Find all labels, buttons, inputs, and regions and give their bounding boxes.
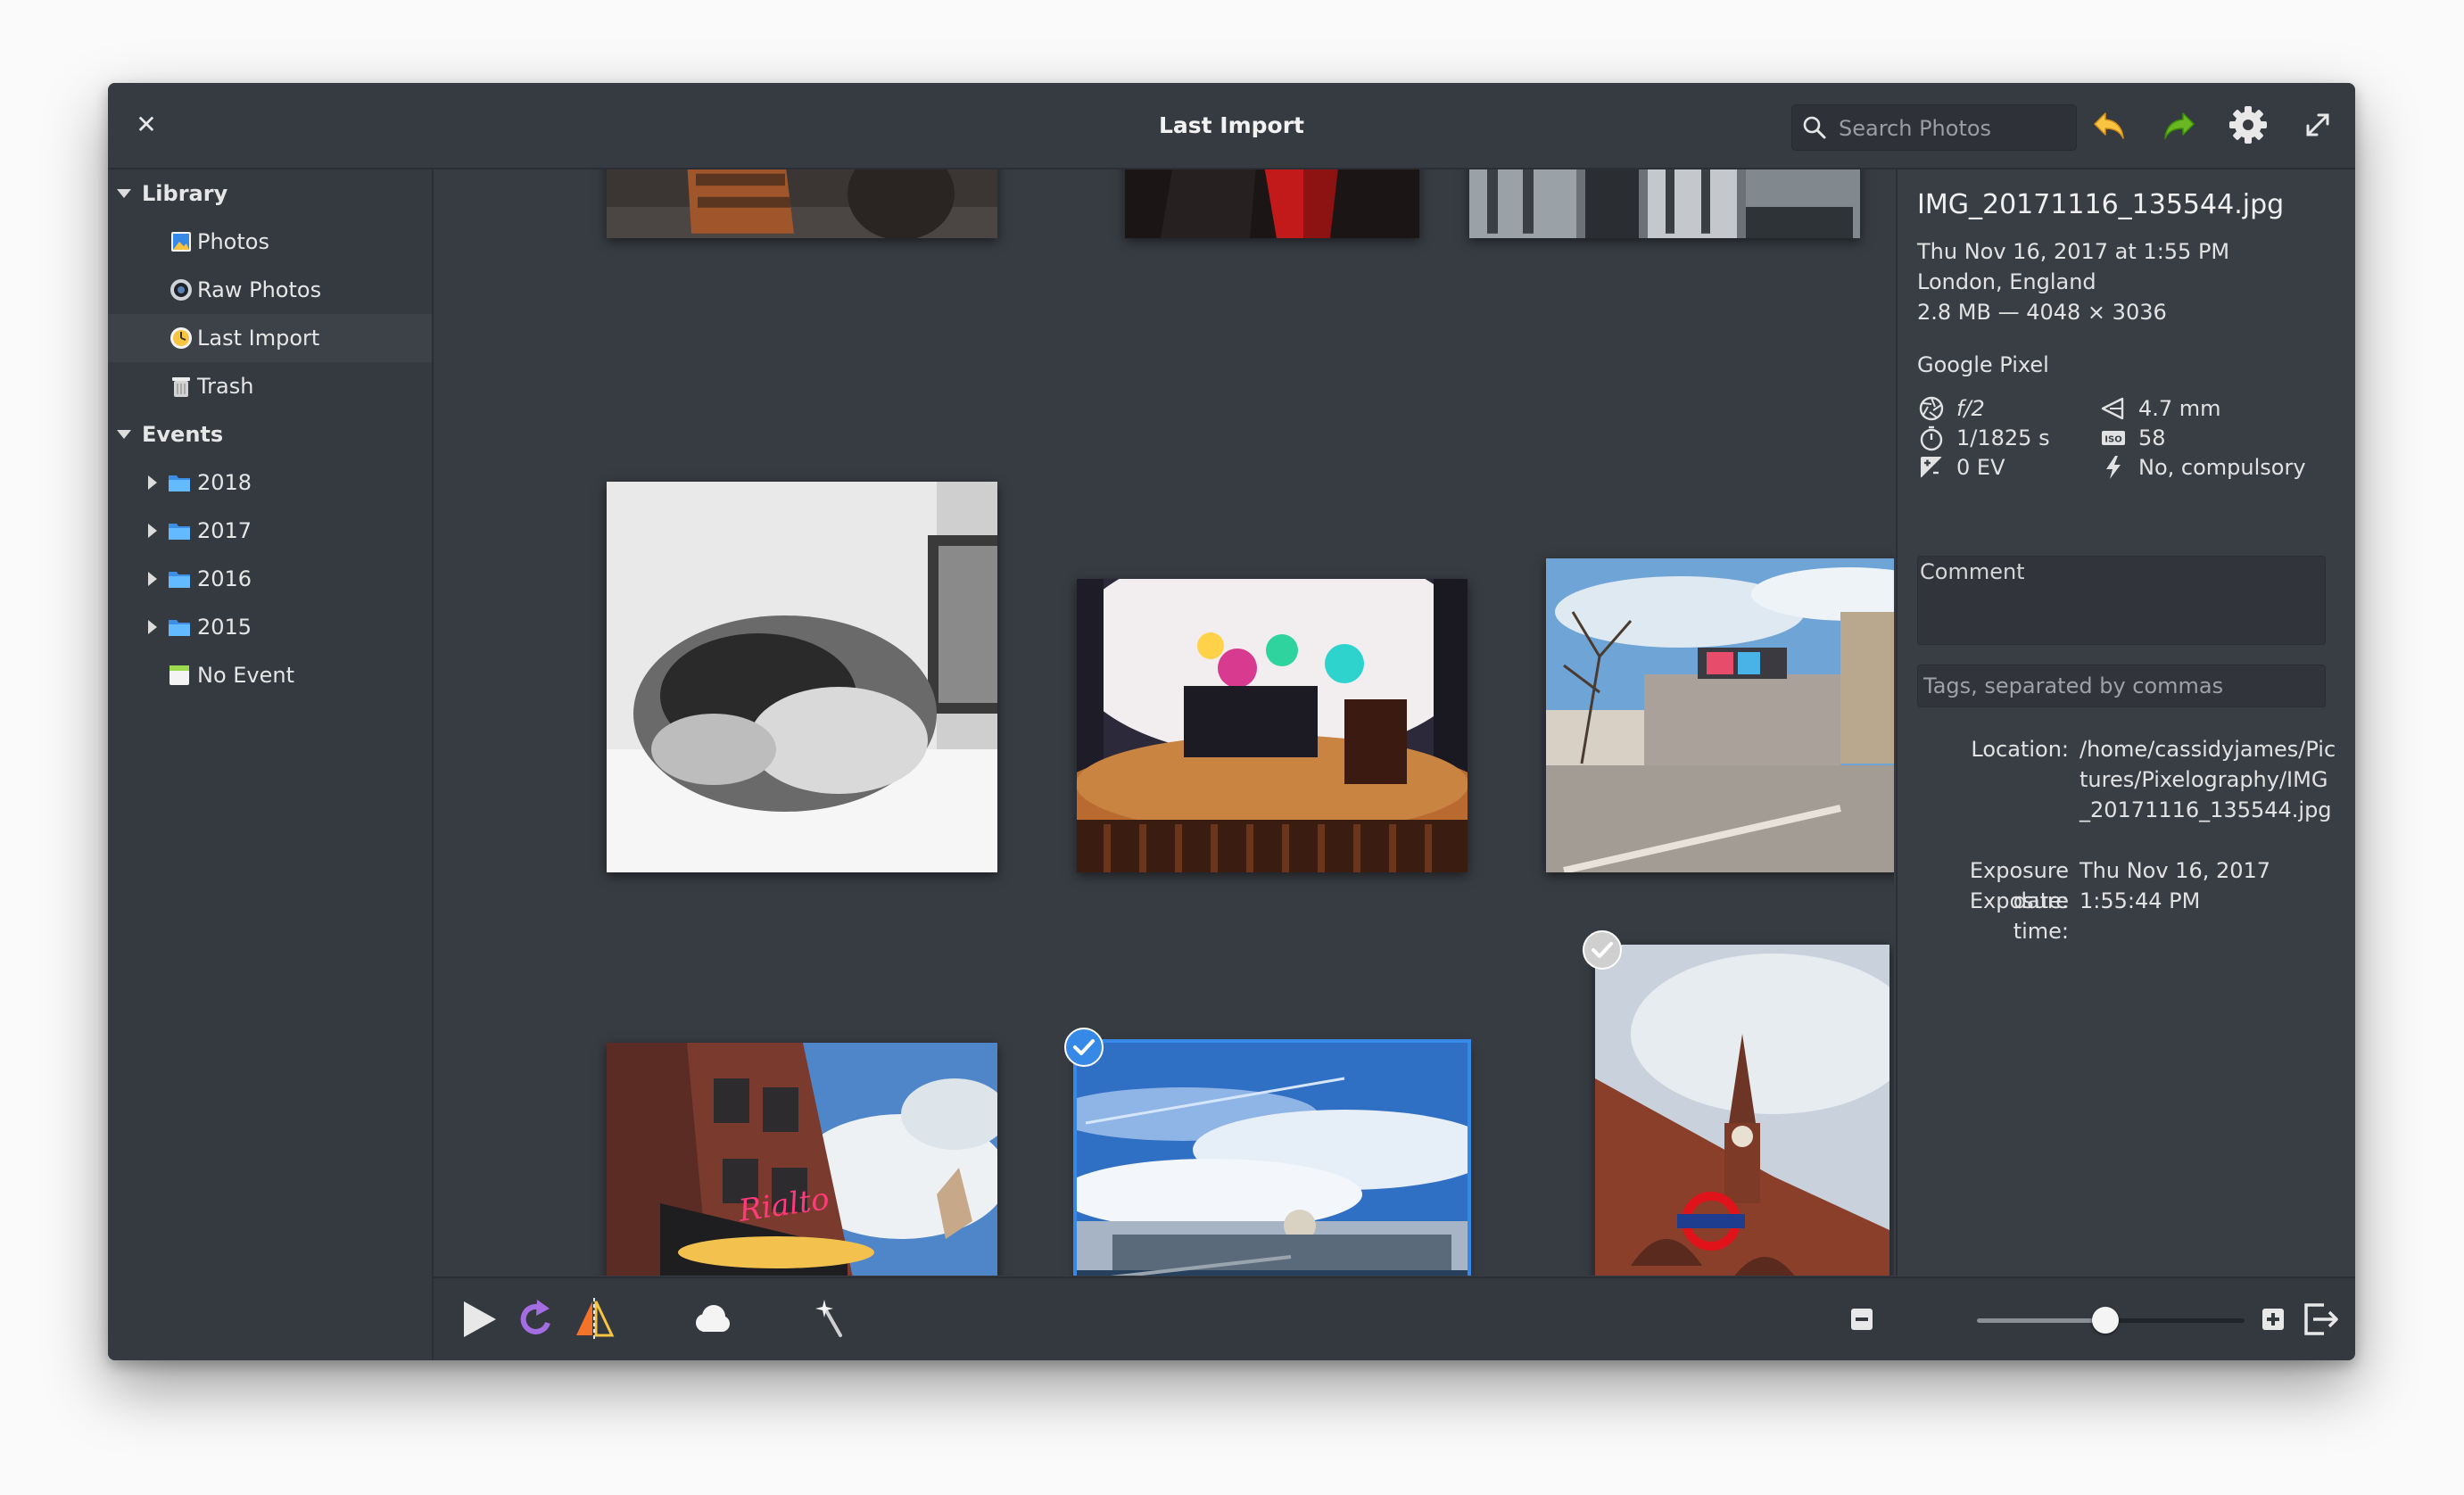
zoom-slider[interactable]: [1977, 1307, 2245, 1334]
sidebar: Library Photos Raw Photos Last Import Tr…: [108, 169, 434, 1360]
exposure-icon: [1921, 457, 1942, 478]
sidebar-item-label: No Event: [197, 663, 295, 688]
sidebar-item-trash[interactable]: Trash: [108, 362, 432, 410]
clock-import-icon: [170, 327, 192, 349]
photo-datetime: Thu Nov 16, 2017 at 1:55 PM: [1917, 239, 2230, 264]
exposure-date-value: Thu Nov 16, 2017: [2080, 858, 2271, 883]
sidebar-item-photos[interactable]: Photos: [108, 218, 432, 266]
photo-thumbnail[interactable]: [1077, 579, 1468, 872]
sidebar-section-label: Library: [142, 181, 228, 206]
flash-item: No, compulsory: [2099, 450, 2340, 485]
photos-icon: [171, 232, 191, 252]
sidebar-item-no-event[interactable]: No Event: [108, 651, 432, 699]
sidebar-section-label: Events: [142, 422, 224, 447]
sidebar-item-label: 2016: [197, 566, 252, 591]
flash-icon: [2106, 456, 2121, 479]
sidebar-item-label: Raw Photos: [197, 277, 322, 302]
folder-icon: [169, 620, 190, 636]
collapsed-arrow-icon[interactable]: [144, 570, 161, 588]
cloud-icon[interactable]: [689, 1296, 735, 1342]
export-icon[interactable]: [2297, 1296, 2344, 1342]
exposure-time-label: Exposure time:: [1969, 888, 2069, 944]
sidebar-header-library[interactable]: Library: [108, 169, 432, 218]
location-value: /home/cassidyjames/Pictures/Pixelography…: [2080, 737, 2336, 822]
focal-length-icon: [2101, 397, 2124, 420]
exposure-time-row: Exposure time: 1:55:44 PM: [1917, 886, 2345, 944]
location-row: Location: /home/cassidyjames/Pictures/Pi…: [1917, 734, 2345, 855]
collapsed-arrow-icon[interactable]: [144, 474, 161, 491]
camera-model: Google Pixel: [1917, 352, 2049, 377]
sidebar-item-last-import[interactable]: Last Import: [108, 314, 432, 362]
search-field[interactable]: [1791, 104, 2077, 151]
sidebar-item-label: Last Import: [197, 326, 320, 351]
collapsed-arrow-icon[interactable]: [144, 522, 161, 540]
iso-icon: ISO: [2102, 431, 2125, 445]
exposure-bias-item: 0 EV: [1917, 450, 2096, 485]
sidebar-header-events[interactable]: Events: [108, 410, 432, 458]
exposure-date-row: Exposure date: Thu Nov 16, 2017: [1917, 855, 2345, 913]
zoom-slider-handle[interactable]: [2092, 1307, 2119, 1334]
header-bar: ✕ Last Import: [108, 83, 2355, 169]
trash-icon: [172, 377, 190, 397]
flip-icon[interactable]: [571, 1296, 617, 1342]
zoom-out-icon[interactable]: [1848, 1305, 1876, 1334]
close-icon[interactable]: ✕: [131, 110, 161, 140]
expanded-arrow-icon: [117, 189, 131, 198]
sidebar-item-label: Photos: [197, 229, 269, 254]
flash-value: No, compulsory: [2138, 455, 2306, 480]
photo-filename: IMG_20171116_135544.jpg: [1917, 189, 2285, 220]
photo-thumbnail[interactable]: [1546, 558, 1894, 872]
sidebar-item-label: 2015: [197, 615, 252, 640]
location-label: Location:: [1971, 737, 2069, 762]
svg-text:ISO: ISO: [2104, 435, 2121, 445]
sidebar-item-label: Trash: [197, 374, 254, 399]
photo-thumbnail[interactable]: Rialto: [607, 1043, 997, 1276]
rotate-icon[interactable]: [514, 1296, 560, 1342]
metadata-sidebar: IMG_20171116_135544.jpg Thu Nov 16, 2017…: [1896, 169, 2355, 1276]
exposure-bias-value: 0 EV: [1956, 455, 2005, 480]
photo-thumbnail[interactable]: [607, 482, 997, 872]
bottom-toolbar: [434, 1276, 2355, 1360]
photo-thumbnail[interactable]: [607, 169, 997, 238]
redo-icon[interactable]: [2156, 103, 2201, 147]
tags-input[interactable]: [1917, 665, 2326, 707]
enhance-icon[interactable]: [806, 1296, 853, 1342]
sidebar-item-2018[interactable]: 2018: [108, 458, 432, 507]
zoom-in-icon[interactable]: [2259, 1305, 2287, 1334]
fullscreen-icon[interactable]: [2295, 103, 2340, 147]
selected-check-icon[interactable]: [1064, 1028, 1104, 1067]
undo-icon[interactable]: [2088, 103, 2132, 147]
folder-icon: [169, 475, 190, 491]
sidebar-item-label: 2018: [197, 470, 252, 495]
exposure-time-value: 1:55:44 PM: [2080, 888, 2201, 913]
gear-icon[interactable]: [2226, 103, 2270, 147]
sidebar-item-raw-photos[interactable]: Raw Photos: [108, 266, 432, 314]
sidebar-item-2015[interactable]: 2015: [108, 603, 432, 651]
sidebar-item-2016[interactable]: 2016: [108, 555, 432, 603]
hover-check-icon[interactable]: [1583, 930, 1622, 970]
search-input[interactable]: [1837, 110, 2068, 147]
photo-thumbnail[interactable]: [1125, 169, 1419, 238]
expanded-arrow-icon: [117, 430, 131, 439]
aperture-icon: [1919, 396, 1944, 421]
folder-icon: [169, 524, 190, 540]
photo-thumbnail[interactable]: [1469, 169, 1860, 238]
no-event-icon: [170, 665, 189, 685]
collapsed-arrow-icon[interactable]: [144, 618, 161, 636]
play-icon[interactable]: [457, 1296, 503, 1342]
photos-window: ✕ Last Import Search Photos Library Phot…: [108, 83, 2355, 1360]
photo-size-dims: 2.8 MB — 4048 × 3036: [1917, 300, 2167, 325]
camera-lens-icon: [170, 279, 192, 301]
photo-grid: Rialto: [434, 169, 1894, 1276]
zoom-slider-fill: [1977, 1318, 2105, 1323]
photo-thumbnail-selected[interactable]: [1073, 1039, 1471, 1276]
search-icon: [1803, 116, 1826, 139]
sidebar-item-label: 2017: [197, 518, 252, 543]
comment-field[interactable]: [1917, 556, 2326, 645]
sidebar-item-2017[interactable]: 2017: [108, 507, 432, 555]
photo-place: London, England: [1917, 269, 2096, 294]
photo-thumbnail[interactable]: [1595, 945, 1889, 1276]
timer-icon: [1920, 425, 1943, 451]
folder-icon: [169, 572, 190, 588]
